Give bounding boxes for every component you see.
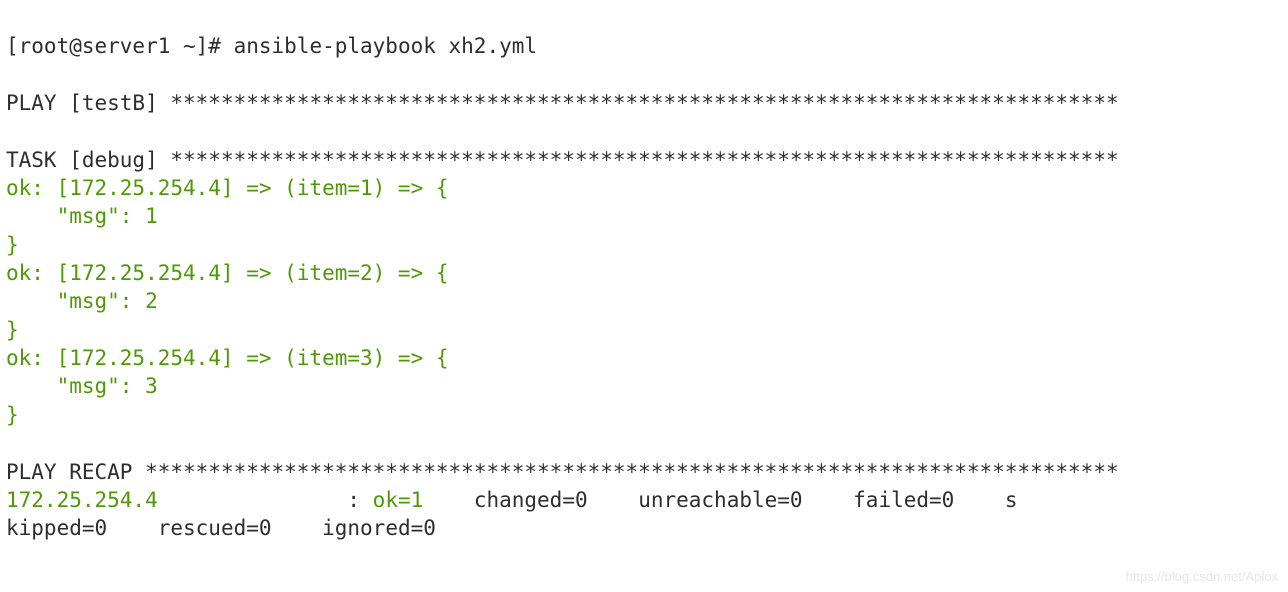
recap-header: PLAY RECAP *****************************… — [6, 460, 1119, 484]
task-item-1: ok: [172.25.254.4] => (item=1) => { "msg… — [6, 176, 449, 257]
task-header: TASK [debug] ***************************… — [6, 148, 1119, 172]
prompt-line: [root@server1 ~]# ansible-playbook xh2.y… — [6, 34, 537, 58]
play-header: PLAY [testB] ***************************… — [6, 91, 1119, 115]
recap-line2: kipped=0 rescued=0 ignored=0 — [6, 516, 436, 540]
task-item-2: ok: [172.25.254.4] => (item=2) => { "msg… — [6, 261, 449, 342]
watermark: https://blog.csdn.net/Aplox — [1126, 568, 1278, 586]
recap-line1: 172.25.254.4 : ok=1 changed=0 unreachabl… — [6, 488, 1018, 512]
task-item-3: ok: [172.25.254.4] => (item=3) => { "msg… — [6, 346, 449, 427]
